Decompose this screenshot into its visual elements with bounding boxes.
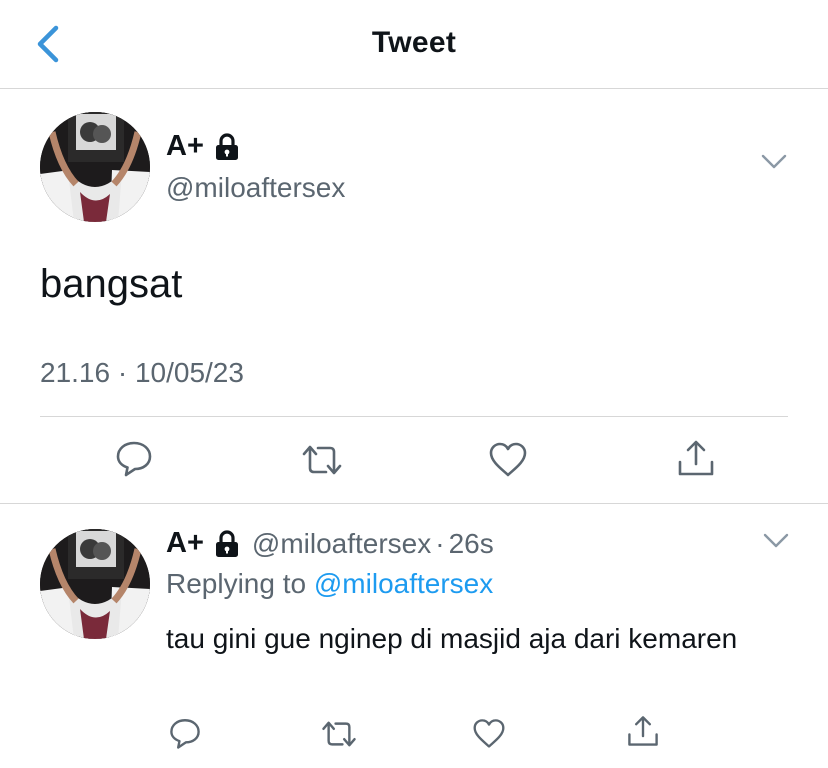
separator-dot: · — [435, 527, 445, 559]
retweet-icon — [302, 445, 342, 475]
top-nav-bar: Tweet — [0, 0, 828, 89]
share-icon — [678, 440, 714, 476]
reply-avatar[interactable] — [40, 529, 150, 639]
replying-to-handle-link[interactable]: @miloaftersex — [314, 568, 493, 599]
divider — [0, 503, 828, 504]
reply-action-bar — [0, 712, 828, 756]
chevron-down-icon — [763, 533, 789, 548]
chevron-down-icon — [761, 154, 787, 169]
author-name-row: A+ — [166, 130, 240, 163]
reply-text: tau gini gue nginep di masjid aja dari k… — [166, 623, 738, 654]
like-button[interactable] — [488, 440, 528, 478]
tweet-timestamp: 21.16 · 10/05/23 — [40, 357, 244, 388]
tweet-text: bangsat — [40, 262, 183, 306]
reply-author-handle[interactable]: @miloaftersex — [252, 528, 431, 560]
avatar[interactable] — [40, 112, 150, 222]
divider — [40, 416, 788, 417]
reply-timestamp: 26s — [448, 527, 494, 559]
reply-button[interactable] — [114, 438, 154, 478]
author-handle[interactable]: @miloaftersex — [166, 172, 345, 204]
reply-like-button[interactable] — [472, 717, 506, 749]
speech-bubble-icon — [170, 719, 200, 749]
tweet-detail-screen: Tweet A+ @miloaftersex bangsat 21.16 · 1… — [0, 0, 828, 768]
author-name: A+ — [166, 130, 204, 162]
reply-more-options-button[interactable] — [762, 532, 790, 555]
page-title: Tweet — [371, 26, 457, 59]
reply-reply-button[interactable] — [168, 716, 202, 750]
heart-icon — [473, 719, 505, 748]
reply-share-button[interactable] — [626, 714, 660, 748]
reply-header-row: A+ @miloaftersex · 26s — [166, 527, 494, 560]
tweet-action-bar — [0, 436, 828, 486]
lock-icon — [214, 529, 240, 558]
reply-retweet-button[interactable] — [320, 718, 358, 750]
replying-to-label: Replying to — [166, 568, 307, 599]
heart-icon — [489, 442, 527, 477]
share-icon — [628, 716, 658, 746]
share-button[interactable] — [676, 438, 716, 478]
retweet-icon — [322, 721, 356, 747]
replying-to-line: Replying to @miloaftersex — [166, 568, 493, 600]
lock-icon — [214, 132, 240, 161]
retweet-button[interactable] — [300, 442, 344, 478]
more-options-button[interactable] — [760, 153, 788, 176]
reply-author-name: A+ — [166, 527, 204, 559]
speech-bubble-icon — [116, 441, 152, 477]
